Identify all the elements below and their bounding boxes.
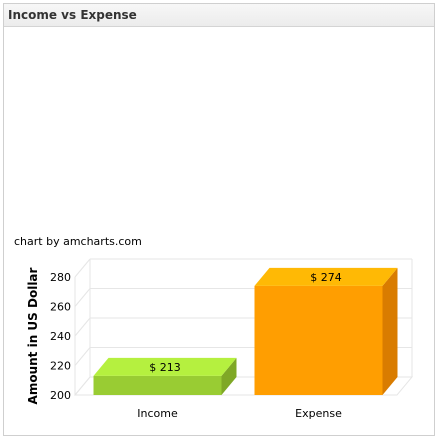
grid-depth-line [74,317,91,337]
data-label-income: $ 213 [149,361,181,374]
y-tick-label: 240 [50,330,71,343]
data-label-expense: $ 274 [310,271,342,284]
chart-bars [93,267,398,395]
grid-depth-line [74,288,91,307]
y-axis-title: Amount in US Dollar [26,267,40,404]
x-tick-label-income: Income [137,407,178,420]
chart-axes: 200 220 240 260 280 Amount in US Dollar [26,259,91,404]
grid-depth-line [74,258,91,278]
bar-income[interactable] [93,375,222,395]
y-tick-label: 280 [50,271,71,284]
y-tick-label: 220 [50,360,71,373]
bar-chart: 200 220 240 260 280 Amount in US Dollar $ 213… [26,258,414,420]
bar-side-expense [382,267,398,395]
x-tick-label-expense: Expense [295,407,342,420]
y-tick-label: 260 [50,301,71,314]
y-tick-label: 200 [50,389,71,402]
grid-depth-line [74,347,91,366]
bar-expense[interactable] [254,285,383,395]
